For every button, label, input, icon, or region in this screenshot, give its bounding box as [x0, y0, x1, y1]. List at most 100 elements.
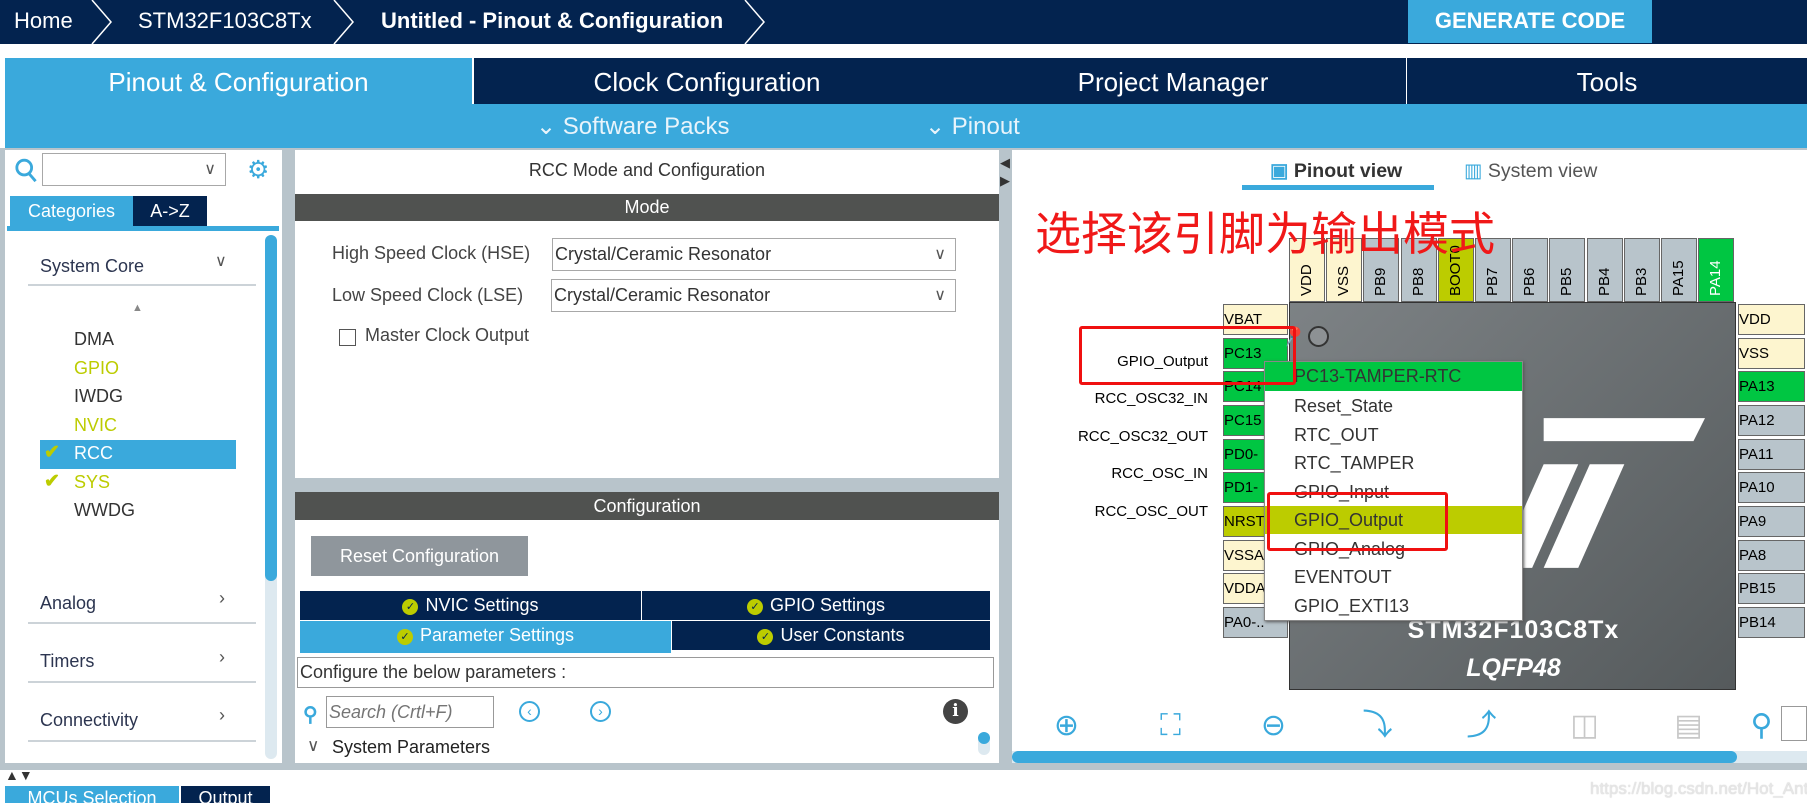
panel-resize-arrows-icon[interactable]: ▲▼ [5, 767, 33, 783]
next-icon[interactable]: › [590, 701, 611, 722]
check-icon: ✔ [44, 470, 60, 492]
menu-item-rtc-out[interactable]: RTC_OUT [1265, 421, 1522, 449]
category-analog[interactable]: Analog [40, 593, 96, 614]
software-packs-menu[interactable]: ⌄ Software Packs [536, 104, 730, 148]
pin-pa13[interactable]: PA13 [1738, 371, 1805, 403]
tab-gpio-settings[interactable]: ✓ GPIO Settings [642, 591, 990, 620]
tab-label: Parameter Settings [419, 625, 575, 645]
check-icon: ✓ [746, 599, 763, 615]
category-timers[interactable]: Timers [40, 651, 94, 672]
pin-pb15[interactable]: PB15 [1738, 573, 1805, 605]
tab-categories[interactable]: Categories [10, 196, 133, 226]
search-combo[interactable]: ∨ [42, 153, 226, 186]
tab-pinout-view[interactable]: ▣ Pinout view [1270, 159, 1402, 183]
breadcrumb-project[interactable]: Untitled - Pinout & Configuration [381, 0, 723, 44]
tab-a-z[interactable]: A->Z [133, 196, 207, 226]
parameter-search-input[interactable] [326, 696, 494, 728]
zoom-in-icon[interactable]: ⊕ [1049, 708, 1084, 743]
search-icon[interactable]: ⚲ [1744, 708, 1779, 743]
breadcrumb-mcu[interactable]: STM32F103C8Tx [138, 0, 312, 44]
generate-code-button[interactable]: GENERATE CODE [1408, 0, 1652, 43]
divider [28, 740, 256, 742]
collapse-arrows-icon[interactable]: ◀ ▶ [1000, 154, 1010, 190]
zoom-out-icon[interactable]: ⊖ [1256, 708, 1291, 743]
scrollbar-thumb[interactable] [265, 235, 277, 581]
tab-tools[interactable]: Tools [1407, 58, 1807, 104]
fit-screen-icon[interactable]: ⛶ [1153, 708, 1188, 743]
pin-pb6[interactable]: PB6 [1512, 238, 1549, 302]
pin-search-input[interactable] [1781, 706, 1807, 741]
tab-user-constants[interactable]: ✓ User Constants [672, 621, 990, 650]
hse-select[interactable]: Crystal/Ceramic Resonator ∨ [552, 238, 956, 271]
sidebar-item-gpio[interactable]: GPIO [74, 358, 119, 379]
sidebar-item-nvic[interactable]: NVIC [74, 415, 117, 436]
sidebar-item-dma[interactable]: DMA [74, 329, 114, 350]
pin-pa11[interactable]: PA11 [1738, 438, 1805, 470]
lse-select[interactable]: Crystal/Ceramic Resonator ∨ [551, 279, 956, 312]
tab-label: System view [1487, 160, 1598, 182]
pin-pa14[interactable]: PA14 [1698, 238, 1735, 302]
sidebar-item-wwdg[interactable]: WWDG [74, 500, 135, 521]
pin-vdd[interactable]: VDD [1738, 304, 1805, 335]
pin-pb5[interactable]: PB5 [1549, 238, 1586, 302]
sidebar-scrollbar[interactable] [265, 235, 277, 759]
chevron-down-icon: ∨ [204, 161, 216, 178]
menu-item-gpio-exti13[interactable]: GPIO_EXTI13 [1265, 592, 1522, 620]
chevron-down-icon: ∨ [934, 246, 946, 263]
pin-pb4[interactable]: PB4 [1586, 238, 1623, 302]
chevron-down-icon[interactable]: ∨ [307, 736, 319, 756]
master-clock-output-checkbox[interactable] [339, 329, 356, 346]
pin-pb14[interactable]: PB14 [1738, 606, 1805, 638]
pinout-scrollbar[interactable] [1012, 751, 1807, 763]
chevron-down-icon: ∨ [215, 253, 227, 270]
chevron-right-icon: › [219, 705, 225, 725]
system-parameters-section[interactable]: System Parameters [332, 737, 490, 758]
gear-icon[interactable]: ⚙ [247, 155, 269, 185]
pin-signal-label: RCC_OSC32_OUT [1077, 427, 1208, 445]
flip-vertical-icon[interactable]: ◫ [1567, 708, 1602, 743]
tab-parameter-settings[interactable]: ✓ Parameter Settings [300, 621, 671, 653]
pin-pb3[interactable]: PB3 [1623, 238, 1660, 302]
selected-highlight [40, 440, 236, 469]
config-scrollbar[interactable] [978, 732, 990, 755]
flip-horizontal-icon[interactable]: ▤ [1671, 708, 1706, 743]
menu-item-eventout[interactable]: EVENTOUT [1265, 563, 1522, 591]
breadcrumb-home[interactable]: Home [14, 0, 73, 44]
category-system-core[interactable]: System Core [40, 256, 144, 277]
info-icon[interactable]: i [943, 699, 968, 724]
scrollbar-thumb[interactable] [1012, 751, 1737, 763]
sidebar-item-rcc[interactable]: RCC [74, 443, 113, 464]
sidebar-item-iwdg[interactable]: IWDG [74, 386, 123, 407]
pin-pa12[interactable]: PA12 [1738, 404, 1805, 436]
tab-pinout-configuration[interactable]: Pinout & Configuration [5, 58, 473, 104]
pin-pa15[interactable]: PA15 [1661, 238, 1697, 302]
tab-label: NVIC Settings [425, 595, 539, 615]
tab-project-manager[interactable]: Project Manager [940, 58, 1407, 104]
tab-mcus-selection[interactable]: MCUs Selection [5, 786, 179, 803]
category-connectivity[interactable]: Connectivity [40, 710, 138, 731]
divider [28, 681, 256, 683]
scrollbar-thumb[interactable] [978, 732, 990, 744]
tab-system-view[interactable]: ▥ System view [1464, 159, 1597, 183]
reset-configuration-button[interactable]: Reset Configuration [311, 536, 528, 576]
tab-label: GPIO Settings [769, 595, 886, 615]
sidebar-item-sys[interactable]: SYS [74, 472, 110, 493]
pin-pa10[interactable]: PA10 [1738, 472, 1805, 504]
pin-pa9[interactable]: PA9 [1738, 505, 1805, 537]
chip-icon: ▣ [1270, 160, 1289, 182]
pinout-menu[interactable]: ⌄ Pinout [925, 104, 1020, 148]
tab-clock-configuration[interactable]: Clock Configuration [474, 58, 941, 104]
tab-nvic-settings[interactable]: ✓ NVIC Settings [300, 591, 641, 620]
lse-value: Crystal/Ceramic Resonator [554, 285, 771, 305]
tab-output[interactable]: Output [181, 786, 270, 803]
menu-item-reset-state[interactable]: Reset_State [1265, 392, 1522, 420]
menu-item-rtc-tamper[interactable]: RTC_TAMPER [1265, 449, 1522, 477]
rotate-right-icon[interactable]: ⤵ [1360, 708, 1395, 743]
software-packs-label: Software Packs [562, 113, 730, 140]
pin-vss[interactable]: VSS [1738, 337, 1805, 369]
pin-pa8[interactable]: PA8 [1738, 539, 1805, 571]
previous-icon[interactable]: ‹ [519, 701, 540, 722]
annotation-box [1079, 326, 1296, 385]
rotate-left-icon[interactable]: ⤴ [1464, 708, 1499, 743]
annotation-text: 选择该引脚为输出模式 [1035, 207, 1495, 261]
